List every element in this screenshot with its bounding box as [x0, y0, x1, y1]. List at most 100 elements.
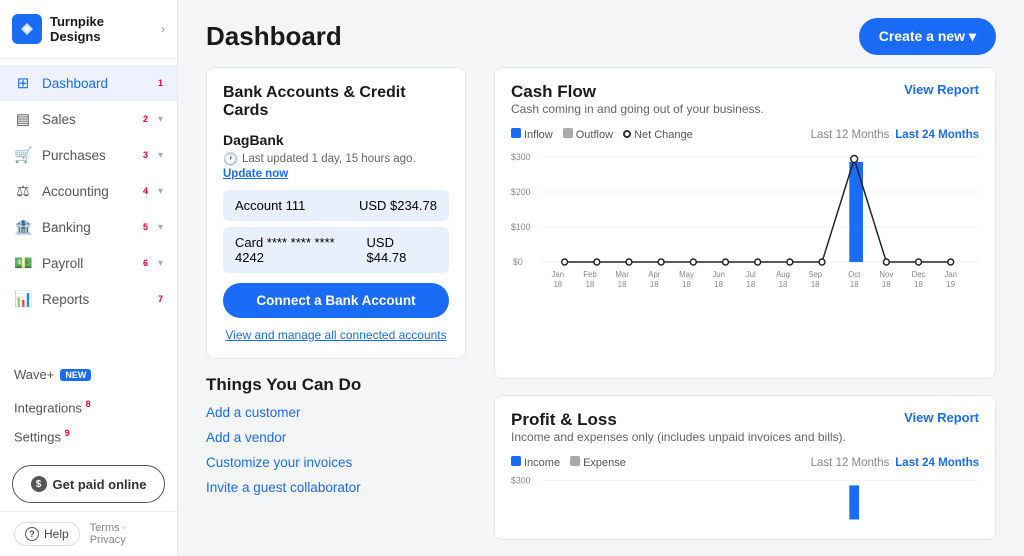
svg-text:18: 18: [714, 280, 723, 289]
profit-title: Profit & Loss: [511, 410, 846, 430]
svg-text:18: 18: [882, 280, 891, 289]
company-chevron-icon: ›: [161, 22, 165, 36]
cashflow-header: Cash Flow Cash coming in and going out o…: [511, 82, 979, 124]
sidebar-item-integrations[interactable]: Integrations 8: [14, 394, 163, 420]
cashflow-legend: Inflow Outflow Net Change: [511, 128, 693, 141]
cashflow-time-controls: Last 12 Months Last 24 Months: [811, 129, 979, 141]
svg-text:$200: $200: [511, 187, 531, 197]
chevron-down-icon: ▾: [158, 258, 163, 269]
connect-bank-button[interactable]: Connect a Bank Account: [223, 283, 449, 318]
svg-text:18: 18: [811, 280, 820, 289]
nav-num-sales: 2: [143, 114, 148, 124]
chevron-down-icon: ▾: [158, 222, 163, 233]
sidebar: Turnpike Designs › ⊞ Dashboard 1 ▤ Sales…: [0, 0, 178, 556]
profit-chart: $300: [511, 475, 979, 525]
things-section: Things You Can Do Add a customer Add a v…: [206, 375, 466, 505]
wave-plus-label: Wave+: [14, 367, 54, 382]
chevron-down-icon: ▾: [158, 186, 163, 197]
get-paid-label: Get paid online: [53, 477, 147, 492]
bank-updated: 🕐 Last updated 1 day, 15 hours ago.: [223, 152, 449, 166]
sidebar-item-label: Payroll: [42, 256, 133, 271]
svg-text:18: 18: [850, 280, 859, 289]
invite-collaborator-link[interactable]: Invite a guest collaborator: [206, 480, 466, 495]
create-new-button[interactable]: Create a new ▾: [859, 18, 996, 55]
svg-text:$0: $0: [513, 257, 523, 267]
settings-label: Settings: [14, 429, 61, 444]
help-label: Help: [44, 527, 69, 541]
svg-text:18: 18: [747, 280, 756, 289]
terms-link[interactable]: Terms: [90, 522, 120, 534]
dashboard-icon: ⊞: [14, 74, 32, 92]
nav-num-accounting: 4: [143, 186, 148, 196]
help-icon: ?: [25, 527, 39, 541]
sidebar-item-label: Accounting: [42, 184, 133, 199]
svg-text:Nov: Nov: [879, 270, 893, 279]
nav-num-dashboard: 1: [158, 78, 163, 88]
clock-icon: 🕐: [223, 152, 238, 166]
nav-num-payroll: 6: [143, 258, 148, 268]
sidebar-item-reports[interactable]: 📊 Reports 7: [0, 281, 177, 317]
sidebar-item-label: Reports: [42, 292, 148, 307]
cashflow-24-months-btn[interactable]: Last 24 Months: [895, 129, 979, 141]
help-button[interactable]: ? Help: [14, 522, 80, 546]
account-row: Account 111 USD $234.78: [223, 190, 449, 221]
manage-accounts-link[interactable]: View and manage all connected accounts: [223, 328, 449, 342]
sidebar-nav: ⊞ Dashboard 1 ▤ Sales 2 ▾ 🛒 Purchases 3 …: [0, 59, 177, 359]
chevron-down-icon: ▾: [158, 150, 163, 161]
page-title: Dashboard: [206, 21, 342, 52]
add-vendor-link[interactable]: Add a vendor: [206, 430, 466, 445]
sidebar-item-sales[interactable]: ▤ Sales 2 ▾: [0, 101, 177, 137]
payroll-icon: 💵: [14, 254, 32, 272]
add-customer-link[interactable]: Add a customer: [206, 405, 466, 420]
sidebar-item-accounting[interactable]: ⚖ Accounting 4 ▾: [0, 173, 177, 209]
left-column: Bank Accounts & Credit Cards DagBank 🕐 L…: [206, 67, 466, 540]
sales-icon: ▤: [14, 110, 32, 128]
svg-text:18: 18: [586, 280, 595, 289]
update-now-link[interactable]: Update now: [223, 168, 449, 180]
logo-icon: [12, 14, 42, 44]
svg-text:18: 18: [779, 280, 788, 289]
sidebar-item-payroll[interactable]: 💵 Payroll 6 ▾: [0, 245, 177, 281]
sidebar-item-banking[interactable]: 🏦 Banking 5 ▾: [0, 209, 177, 245]
svg-text:18: 18: [650, 280, 659, 289]
get-paid-button[interactable]: $ Get paid online: [12, 465, 165, 503]
sidebar-item-label: Banking: [42, 220, 133, 235]
card-row: Card **** **** **** 4242 USD $44.78: [223, 227, 449, 273]
svg-text:Sep: Sep: [808, 270, 822, 279]
sidebar-item-purchases[interactable]: 🛒 Purchases 3 ▾: [0, 137, 177, 173]
cashflow-view-report-link[interactable]: View Report: [904, 82, 979, 97]
account-amount: USD $234.78: [359, 198, 437, 213]
profit-view-report-link[interactable]: View Report: [904, 410, 979, 425]
svg-text:Oct: Oct: [848, 270, 861, 279]
sidebar-logo[interactable]: Turnpike Designs ›: [0, 0, 177, 59]
sidebar-item-label: Sales: [42, 112, 133, 127]
sidebar-item-dashboard[interactable]: ⊞ Dashboard 1: [0, 65, 177, 101]
profit-24-months-btn[interactable]: Last 24 Months: [895, 457, 979, 469]
bank-accounts-section: Bank Accounts & Credit Cards DagBank 🕐 L…: [206, 67, 466, 359]
sidebar-item-settings[interactable]: Settings 9: [14, 423, 163, 449]
svg-text:May: May: [679, 270, 694, 279]
nav-num-settings: 9: [65, 428, 70, 438]
customize-invoices-link[interactable]: Customize your invoices: [206, 455, 466, 470]
things-title: Things You Can Do: [206, 375, 466, 395]
accounting-icon: ⚖: [14, 182, 32, 200]
svg-text:Jan: Jan: [944, 270, 957, 279]
profit-12-months-btn[interactable]: Last 12 Months: [811, 457, 890, 469]
sidebar-item-label: Purchases: [42, 148, 133, 163]
wave-plus-item[interactable]: Wave+ NEW: [0, 359, 177, 390]
main-header: Dashboard Create a new ▾: [178, 0, 1024, 67]
dollar-icon: $: [31, 476, 47, 492]
card-name: Card **** **** **** 4242: [235, 235, 367, 265]
privacy-link[interactable]: Privacy: [90, 534, 126, 546]
right-column: Cash Flow Cash coming in and going out o…: [494, 67, 996, 540]
svg-text:18: 18: [553, 280, 562, 289]
svg-text:Aug: Aug: [776, 270, 790, 279]
cashflow-title: Cash Flow: [511, 82, 764, 102]
cashflow-section: Cash Flow Cash coming in and going out o…: [494, 67, 996, 379]
cashflow-controls: Inflow Outflow Net Change Last 12 Months…: [511, 128, 979, 141]
main-content: Dashboard Create a new ▾ Bank Accounts &…: [178, 0, 1024, 556]
cashflow-12-months-btn[interactable]: Last 12 Months: [811, 129, 890, 141]
svg-text:$100: $100: [511, 222, 531, 232]
footer-links: Terms · Privacy: [90, 522, 163, 546]
nav-num-purchases: 3: [143, 150, 148, 160]
